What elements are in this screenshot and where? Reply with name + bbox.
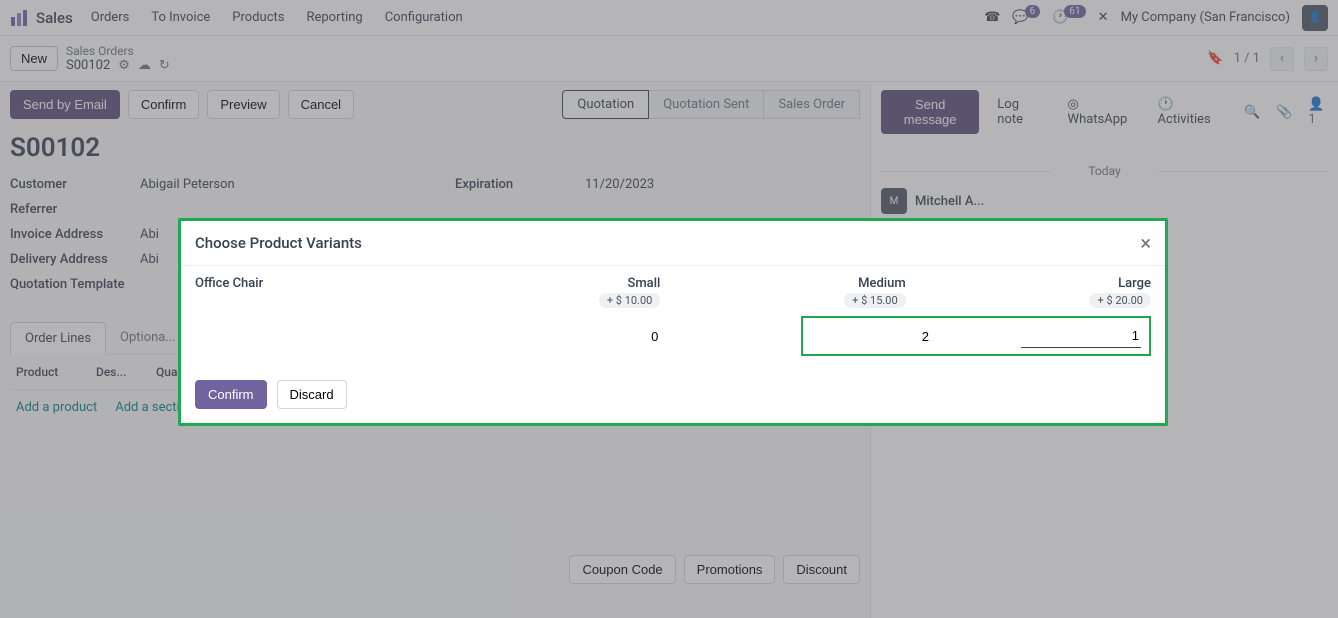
variant-small-label: Small bbox=[415, 276, 660, 291]
qty-highlight-box bbox=[801, 316, 1151, 356]
modal-discard-button[interactable]: Discard bbox=[277, 380, 347, 409]
modal-confirm-button[interactable]: Confirm bbox=[195, 380, 267, 409]
variant-product-name: Office Chair bbox=[195, 276, 415, 291]
variant-large-label: Large bbox=[906, 276, 1151, 291]
variant-medium-price: + $ 15.00 bbox=[844, 293, 906, 308]
close-icon[interactable]: × bbox=[1140, 231, 1151, 255]
variant-small-qty-input[interactable] bbox=[520, 325, 660, 348]
variant-medium-label: Medium bbox=[660, 276, 905, 291]
variant-large-price: + $ 20.00 bbox=[1089, 293, 1151, 308]
variant-medium-qty-input[interactable] bbox=[811, 324, 931, 348]
variant-large-qty-input[interactable] bbox=[1021, 324, 1141, 348]
modal-title: Choose Product Variants bbox=[195, 234, 362, 252]
product-variants-modal: Choose Product Variants × Office Chair S… bbox=[178, 218, 1168, 426]
variant-small-price: + $ 10.00 bbox=[599, 293, 661, 308]
